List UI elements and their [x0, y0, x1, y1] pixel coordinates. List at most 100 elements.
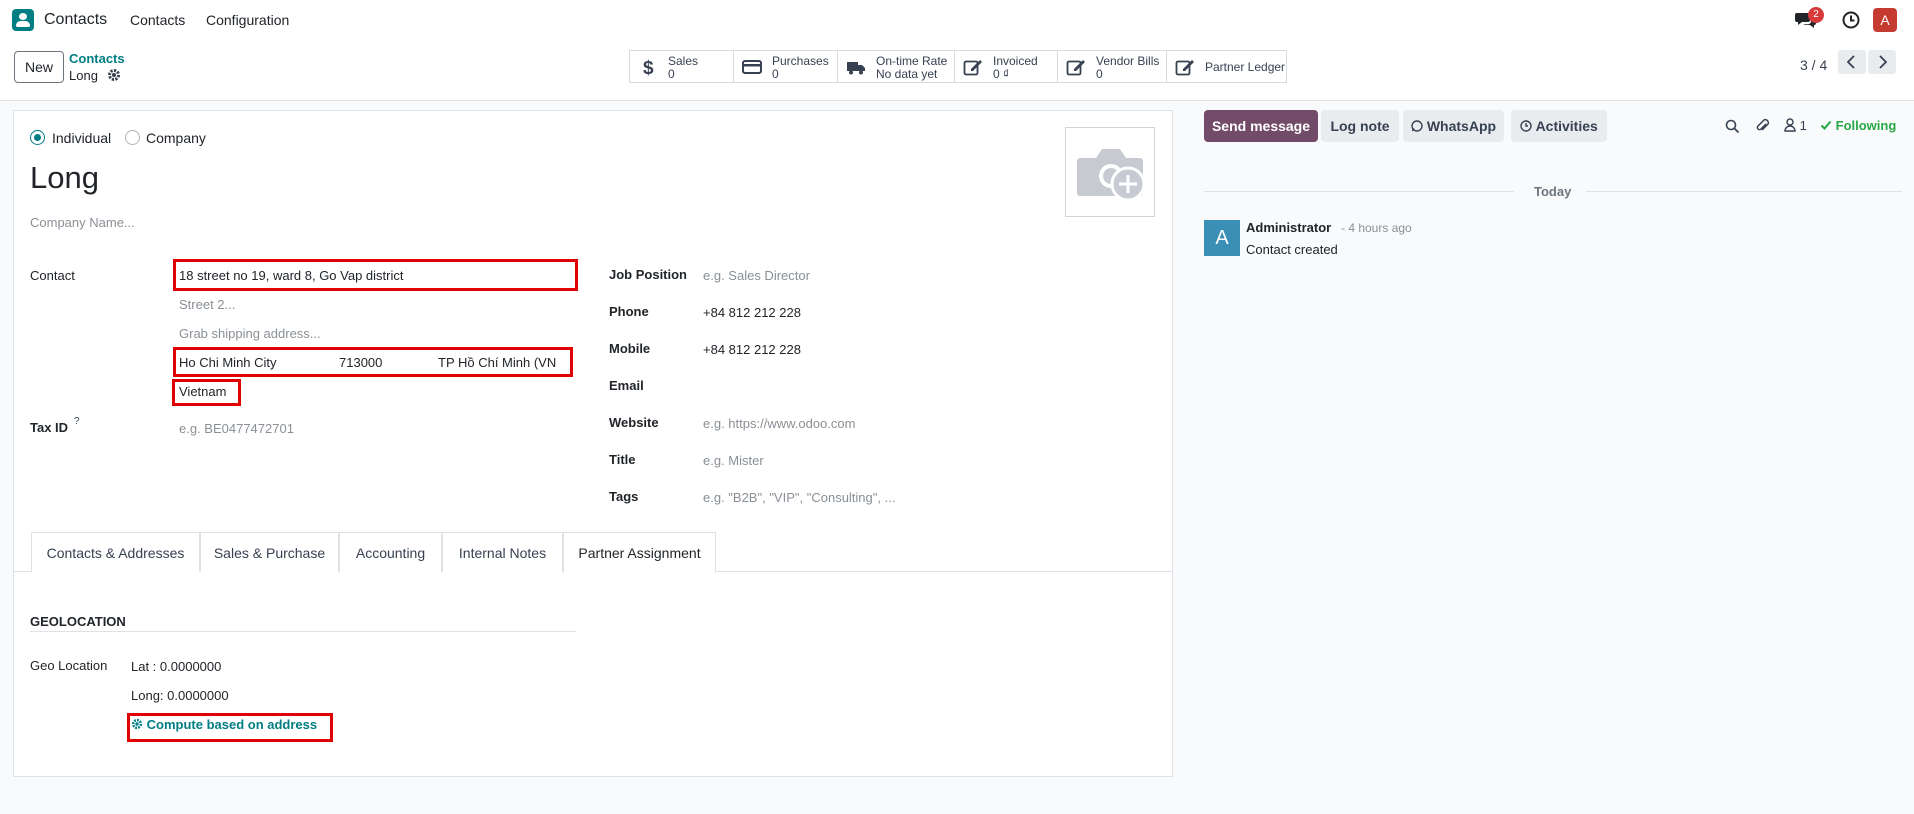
- messages-count-badge: 2: [1808, 7, 1824, 23]
- message-body: Contact created: [1246, 242, 1338, 257]
- date-separator: Today: [1534, 184, 1572, 199]
- pager-value[interactable]: 3 / 4: [1800, 57, 1827, 73]
- street2-field[interactable]: Street 2...: [179, 297, 235, 312]
- menu-contacts[interactable]: Contacts: [130, 12, 185, 28]
- contacts-app-icon[interactable]: [12, 9, 34, 31]
- activities-button[interactable]: Activities: [1511, 110, 1607, 142]
- smart-button-value: 0: [668, 67, 675, 81]
- pager-next-button[interactable]: [1868, 50, 1896, 74]
- smart-button-value: No data yet: [876, 67, 938, 81]
- smart-button-value: 0 ₫: [993, 67, 1010, 81]
- email-label: Email: [609, 378, 644, 393]
- section-divider: [30, 631, 576, 632]
- website-field[interactable]: e.g. https://www.odoo.com: [703, 416, 855, 431]
- company-name-field[interactable]: Company Name...: [30, 215, 135, 230]
- dollar-icon: $: [643, 58, 654, 76]
- date-divider-right: [1586, 191, 1902, 192]
- compute-highlight-box: [127, 713, 333, 742]
- contact-label: Contact: [30, 268, 75, 283]
- paperclip-icon[interactable]: [1755, 118, 1770, 134]
- tab-partner-assignment[interactable]: Partner Assignment: [563, 532, 716, 573]
- message-author-avatar: A: [1204, 220, 1240, 256]
- camera-plus-icon: [1077, 149, 1146, 202]
- log-note-button[interactable]: Log note: [1321, 110, 1399, 142]
- credit-card-icon: [742, 60, 762, 74]
- email-field[interactable]: [703, 378, 1083, 394]
- breadcrumb-parent[interactable]: Contacts: [69, 51, 125, 66]
- following-label: Following: [1835, 118, 1897, 133]
- sales-smart-button[interactable]: $ Sales 0: [629, 50, 734, 83]
- breadcrumb-current: Long: [69, 68, 98, 83]
- individual-radio-label[interactable]: Individual: [52, 130, 111, 146]
- tax-id-field[interactable]: e.g. BE0477472701: [179, 421, 294, 436]
- whatsapp-button[interactable]: WhatsApp: [1403, 110, 1504, 142]
- chevron-left-icon: [1846, 55, 1855, 69]
- invoiced-smart-button[interactable]: Invoiced 0 ₫: [954, 50, 1058, 83]
- tax-id-help-tooltip[interactable]: ?: [74, 416, 80, 427]
- job-position-field[interactable]: e.g. Sales Director: [703, 268, 810, 283]
- followers-count: 1: [1799, 118, 1807, 133]
- activities-button-label: Activities: [1535, 118, 1598, 134]
- tab-internal-notes[interactable]: Internal Notes: [442, 532, 563, 572]
- control-panel: New Contacts Long $ Sales 0 Purchases 0 …: [0, 40, 1914, 101]
- following-button[interactable]: Following: [1820, 118, 1896, 133]
- smart-button-label: Sales: [668, 54, 699, 68]
- followers-button[interactable]: 1: [1784, 118, 1807, 133]
- tab-sales-purchase[interactable]: Sales & Purchase: [200, 532, 339, 572]
- app-name[interactable]: Contacts: [44, 11, 107, 29]
- tab-accounting[interactable]: Accounting: [339, 532, 442, 572]
- phone-field[interactable]: +84 812 212 228: [703, 305, 801, 320]
- company-radio[interactable]: [125, 130, 140, 145]
- pager-previous-button[interactable]: [1838, 50, 1866, 74]
- check-icon: [1820, 120, 1832, 130]
- tags-label: Tags: [609, 489, 639, 504]
- whatsapp-button-label: WhatsApp: [1426, 118, 1497, 134]
- gear-icon[interactable]: [107, 68, 121, 82]
- chevron-right-icon: [1879, 55, 1888, 69]
- mobile-label: Mobile: [609, 341, 651, 356]
- street-highlight-box: [173, 259, 578, 291]
- message-author[interactable]: Administrator: [1246, 220, 1331, 235]
- smart-button-label: Invoiced: [993, 54, 1038, 68]
- vendor-bills-smart-button[interactable]: Vendor Bills 0: [1057, 50, 1167, 83]
- user-icon: [1784, 118, 1796, 132]
- mobile-field[interactable]: +84 812 212 228: [703, 342, 801, 357]
- pencil-square-icon: [1175, 60, 1194, 76]
- tab-contacts-addresses[interactable]: Contacts & Addresses: [31, 532, 200, 572]
- clock-icon: [1520, 120, 1532, 132]
- country-highlight-box: [172, 379, 241, 406]
- smart-button-label: On-time Rate: [876, 54, 948, 68]
- top-navbar: Contacts Contacts Configuration 2 A: [0, 0, 1914, 40]
- smart-button-label: Vendor Bills: [1096, 54, 1160, 68]
- photo-upload[interactable]: [1065, 127, 1155, 217]
- smart-button-label: Purchases: [772, 54, 829, 68]
- individual-radio[interactable]: [30, 130, 45, 145]
- title-label: Title: [609, 452, 636, 467]
- new-button[interactable]: New: [14, 51, 64, 83]
- date-divider-left: [1204, 191, 1514, 192]
- on-time-rate-smart-button[interactable]: On-time Rate No data yet: [837, 50, 955, 83]
- whatsapp-icon: [1411, 120, 1423, 132]
- smart-button-value: 0: [772, 67, 779, 81]
- truck-icon: [847, 62, 865, 75]
- title-field[interactable]: e.g. Mister: [703, 453, 764, 468]
- activity-clock-icon[interactable]: [1841, 10, 1861, 30]
- website-label: Website: [609, 415, 659, 430]
- shipping-address-field[interactable]: Grab shipping address...: [179, 326, 321, 341]
- menu-configuration[interactable]: Configuration: [206, 12, 289, 28]
- company-radio-label[interactable]: Company: [146, 130, 206, 146]
- purchases-smart-button[interactable]: Purchases 0: [733, 50, 838, 83]
- latitude-value: Lat : 0.0000000: [131, 659, 222, 674]
- tags-field[interactable]: e.g. "B2B", "VIP", "Consulting", ...: [703, 490, 895, 505]
- search-icon[interactable]: [1725, 119, 1740, 134]
- partner-ledger-smart-button[interactable]: Partner Ledger: [1166, 50, 1287, 83]
- user-avatar[interactable]: A: [1873, 8, 1897, 32]
- geolocation-section-title: GEOLOCATION: [30, 614, 126, 629]
- pencil-square-icon: [1066, 60, 1085, 76]
- send-message-button[interactable]: Send message: [1204, 110, 1318, 142]
- smart-button-value: 0: [1096, 67, 1103, 81]
- svg-text:$: $: [643, 58, 654, 76]
- partner-name-field[interactable]: Long: [30, 160, 99, 196]
- smart-button-label: Partner Ledger: [1205, 60, 1286, 74]
- geo-location-label: Geo Location: [30, 658, 108, 673]
